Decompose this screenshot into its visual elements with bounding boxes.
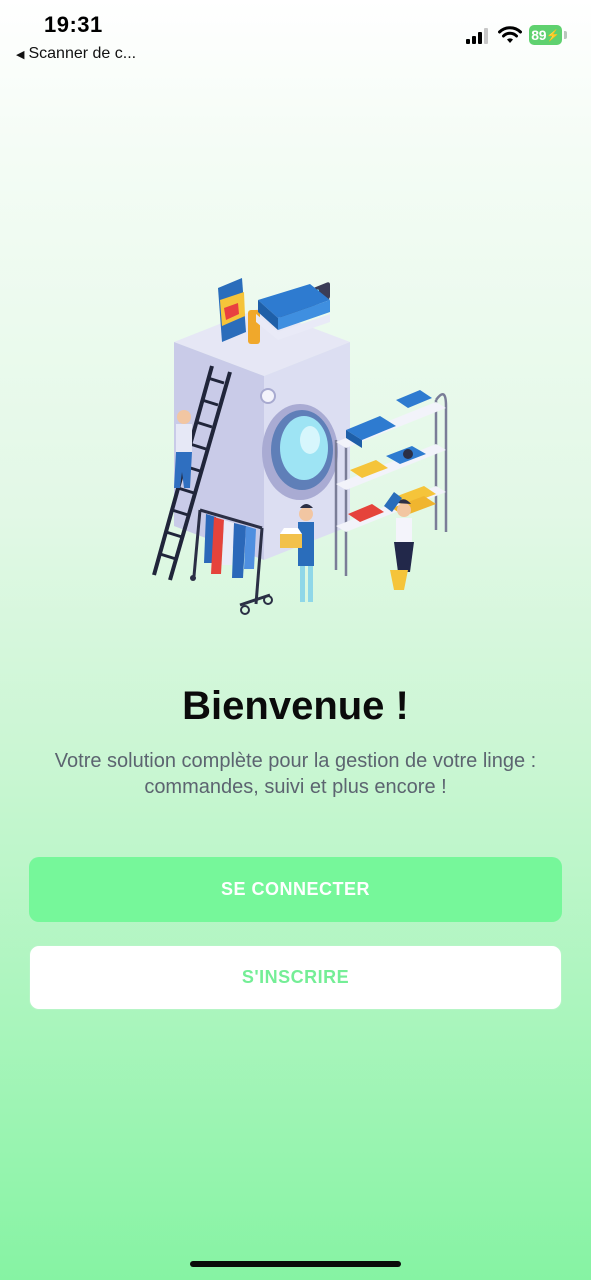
wifi-icon (498, 26, 522, 43)
back-to-app-link[interactable]: ◀ Scanner de c... (16, 45, 136, 63)
status-bar: 19:31 ◀ Scanner de c... 89 ⚡ (0, 0, 591, 70)
laundry-illustration (152, 278, 448, 615)
battery-percent: 89 (531, 27, 547, 43)
signal-icon (466, 28, 488, 44)
home-indicator[interactable] (190, 1261, 401, 1267)
back-app-label: Scanner de c... (28, 45, 137, 62)
battery-icon: 89 ⚡ (529, 25, 569, 45)
battery-level: 89 ⚡ (529, 25, 562, 45)
welcome-title: Bienvenue ! (182, 684, 409, 728)
status-time: 19:31 (44, 12, 103, 37)
back-arrow-icon: ◀ (16, 48, 25, 61)
login-button[interactable]: SE CONNECTER (29, 857, 562, 922)
signup-button[interactable]: S'INSCRIRE (29, 945, 562, 1010)
welcome-subtitle: Votre solution complète pour la gestion … (54, 750, 537, 798)
